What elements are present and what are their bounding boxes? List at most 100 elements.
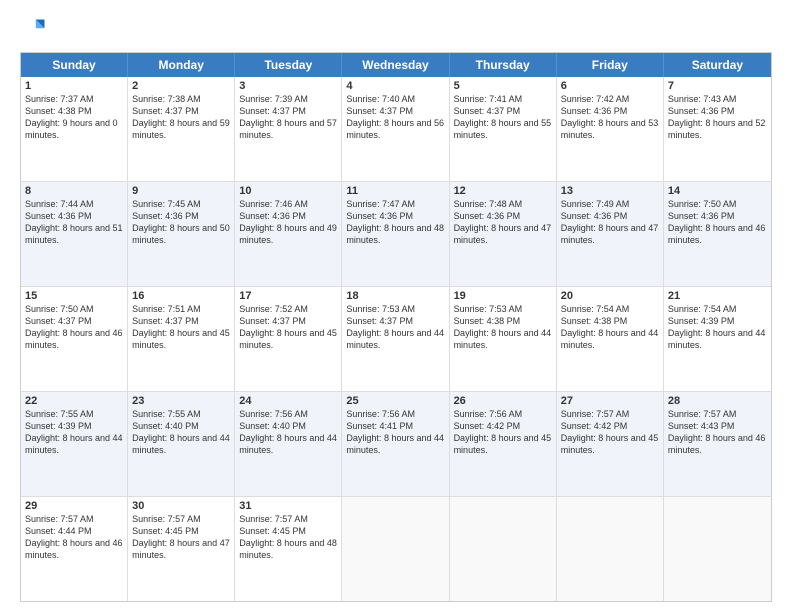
daylight-text: Daylight: 8 hours and 49 minutes.: [239, 222, 337, 246]
day-cell-22: 22Sunrise: 7:55 AMSunset: 4:39 PMDayligh…: [21, 392, 128, 496]
sunset-text: Sunset: 4:45 PM: [132, 525, 230, 537]
header-day-sunday: Sunday: [21, 53, 128, 77]
day-cell-16: 16Sunrise: 7:51 AMSunset: 4:37 PMDayligh…: [128, 287, 235, 391]
daylight-text: Daylight: 8 hours and 44 minutes.: [346, 432, 444, 456]
day-number: 20: [561, 290, 659, 302]
daylight-text: Daylight: 8 hours and 56 minutes.: [346, 117, 444, 141]
sunrise-text: Sunrise: 7:49 AM: [561, 198, 659, 210]
sunrise-text: Sunrise: 7:42 AM: [561, 93, 659, 105]
header-day-friday: Friday: [557, 53, 664, 77]
daylight-text: Daylight: 8 hours and 46 minutes.: [668, 222, 767, 246]
calendar-row-4: 22Sunrise: 7:55 AMSunset: 4:39 PMDayligh…: [21, 392, 771, 497]
calendar-body: 1Sunrise: 7:37 AMSunset: 4:38 PMDaylight…: [21, 77, 771, 601]
sunset-text: Sunset: 4:45 PM: [239, 525, 337, 537]
day-cell-14: 14Sunrise: 7:50 AMSunset: 4:36 PMDayligh…: [664, 182, 771, 286]
calendar: SundayMondayTuesdayWednesdayThursdayFrid…: [20, 52, 772, 602]
daylight-text: Daylight: 8 hours and 44 minutes.: [454, 327, 552, 351]
sunset-text: Sunset: 4:36 PM: [561, 210, 659, 222]
day-cell-1: 1Sunrise: 7:37 AMSunset: 4:38 PMDaylight…: [21, 77, 128, 181]
day-cell-7: 7Sunrise: 7:43 AMSunset: 4:36 PMDaylight…: [664, 77, 771, 181]
daylight-text: Daylight: 8 hours and 44 minutes.: [561, 327, 659, 351]
day-cell-8: 8Sunrise: 7:44 AMSunset: 4:36 PMDaylight…: [21, 182, 128, 286]
sunrise-text: Sunrise: 7:57 AM: [239, 513, 337, 525]
day-number: 18: [346, 290, 444, 302]
daylight-text: Daylight: 8 hours and 50 minutes.: [132, 222, 230, 246]
sunrise-text: Sunrise: 7:43 AM: [668, 93, 767, 105]
daylight-text: Daylight: 8 hours and 53 minutes.: [561, 117, 659, 141]
empty-cell: [557, 497, 664, 601]
sunrise-text: Sunrise: 7:57 AM: [668, 408, 767, 420]
sunset-text: Sunset: 4:38 PM: [25, 105, 123, 117]
day-number: 12: [454, 185, 552, 197]
sunrise-text: Sunrise: 7:40 AM: [346, 93, 444, 105]
day-cell-3: 3Sunrise: 7:39 AMSunset: 4:37 PMDaylight…: [235, 77, 342, 181]
sunset-text: Sunset: 4:37 PM: [454, 105, 552, 117]
daylight-text: Daylight: 8 hours and 51 minutes.: [25, 222, 123, 246]
day-cell-12: 12Sunrise: 7:48 AMSunset: 4:36 PMDayligh…: [450, 182, 557, 286]
day-cell-23: 23Sunrise: 7:55 AMSunset: 4:40 PMDayligh…: [128, 392, 235, 496]
daylight-text: Daylight: 8 hours and 45 minutes.: [561, 432, 659, 456]
sunrise-text: Sunrise: 7:57 AM: [132, 513, 230, 525]
daylight-text: Daylight: 8 hours and 52 minutes.: [668, 117, 767, 141]
day-number: 15: [25, 290, 123, 302]
sunset-text: Sunset: 4:37 PM: [132, 315, 230, 327]
sunset-text: Sunset: 4:36 PM: [561, 105, 659, 117]
day-cell-28: 28Sunrise: 7:57 AMSunset: 4:43 PMDayligh…: [664, 392, 771, 496]
calendar-row-2: 8Sunrise: 7:44 AMSunset: 4:36 PMDaylight…: [21, 182, 771, 287]
day-cell-18: 18Sunrise: 7:53 AMSunset: 4:37 PMDayligh…: [342, 287, 449, 391]
day-cell-25: 25Sunrise: 7:56 AMSunset: 4:41 PMDayligh…: [342, 392, 449, 496]
day-cell-10: 10Sunrise: 7:46 AMSunset: 4:36 PMDayligh…: [235, 182, 342, 286]
sunset-text: Sunset: 4:36 PM: [239, 210, 337, 222]
day-number: 31: [239, 500, 337, 512]
sunset-text: Sunset: 4:37 PM: [346, 315, 444, 327]
sunset-text: Sunset: 4:37 PM: [239, 105, 337, 117]
day-cell-30: 30Sunrise: 7:57 AMSunset: 4:45 PMDayligh…: [128, 497, 235, 601]
sunrise-text: Sunrise: 7:51 AM: [132, 303, 230, 315]
sunset-text: Sunset: 4:42 PM: [561, 420, 659, 432]
day-number: 9: [132, 185, 230, 197]
sunrise-text: Sunrise: 7:55 AM: [132, 408, 230, 420]
sunrise-text: Sunrise: 7:54 AM: [668, 303, 767, 315]
sunrise-text: Sunrise: 7:53 AM: [346, 303, 444, 315]
sunset-text: Sunset: 4:37 PM: [132, 105, 230, 117]
day-number: 27: [561, 395, 659, 407]
sunrise-text: Sunrise: 7:56 AM: [239, 408, 337, 420]
sunrise-text: Sunrise: 7:55 AM: [25, 408, 123, 420]
header-day-thursday: Thursday: [450, 53, 557, 77]
day-number: 17: [239, 290, 337, 302]
sunrise-text: Sunrise: 7:38 AM: [132, 93, 230, 105]
day-cell-5: 5Sunrise: 7:41 AMSunset: 4:37 PMDaylight…: [450, 77, 557, 181]
sunrise-text: Sunrise: 7:41 AM: [454, 93, 552, 105]
sunset-text: Sunset: 4:37 PM: [239, 315, 337, 327]
sunset-text: Sunset: 4:44 PM: [25, 525, 123, 537]
sunset-text: Sunset: 4:39 PM: [25, 420, 123, 432]
day-number: 14: [668, 185, 767, 197]
day-cell-4: 4Sunrise: 7:40 AMSunset: 4:37 PMDaylight…: [342, 77, 449, 181]
daylight-text: Daylight: 8 hours and 45 minutes.: [132, 327, 230, 351]
day-number: 3: [239, 80, 337, 92]
daylight-text: Daylight: 8 hours and 48 minutes.: [239, 537, 337, 561]
sunrise-text: Sunrise: 7:45 AM: [132, 198, 230, 210]
day-number: 5: [454, 80, 552, 92]
day-number: 19: [454, 290, 552, 302]
sunset-text: Sunset: 4:41 PM: [346, 420, 444, 432]
daylight-text: Daylight: 8 hours and 46 minutes.: [668, 432, 767, 456]
day-cell-20: 20Sunrise: 7:54 AMSunset: 4:38 PMDayligh…: [557, 287, 664, 391]
day-number: 25: [346, 395, 444, 407]
day-number: 29: [25, 500, 123, 512]
sunset-text: Sunset: 4:43 PM: [668, 420, 767, 432]
day-cell-13: 13Sunrise: 7:49 AMSunset: 4:36 PMDayligh…: [557, 182, 664, 286]
calendar-row-1: 1Sunrise: 7:37 AMSunset: 4:38 PMDaylight…: [21, 77, 771, 182]
day-number: 11: [346, 185, 444, 197]
day-cell-15: 15Sunrise: 7:50 AMSunset: 4:37 PMDayligh…: [21, 287, 128, 391]
sunrise-text: Sunrise: 7:39 AM: [239, 93, 337, 105]
sunrise-text: Sunrise: 7:57 AM: [25, 513, 123, 525]
day-number: 8: [25, 185, 123, 197]
day-number: 28: [668, 395, 767, 407]
sunrise-text: Sunrise: 7:44 AM: [25, 198, 123, 210]
sunset-text: Sunset: 4:36 PM: [668, 210, 767, 222]
daylight-text: Daylight: 8 hours and 47 minutes.: [454, 222, 552, 246]
daylight-text: Daylight: 8 hours and 59 minutes.: [132, 117, 230, 141]
page: SundayMondayTuesdayWednesdayThursdayFrid…: [0, 0, 792, 612]
day-number: 13: [561, 185, 659, 197]
